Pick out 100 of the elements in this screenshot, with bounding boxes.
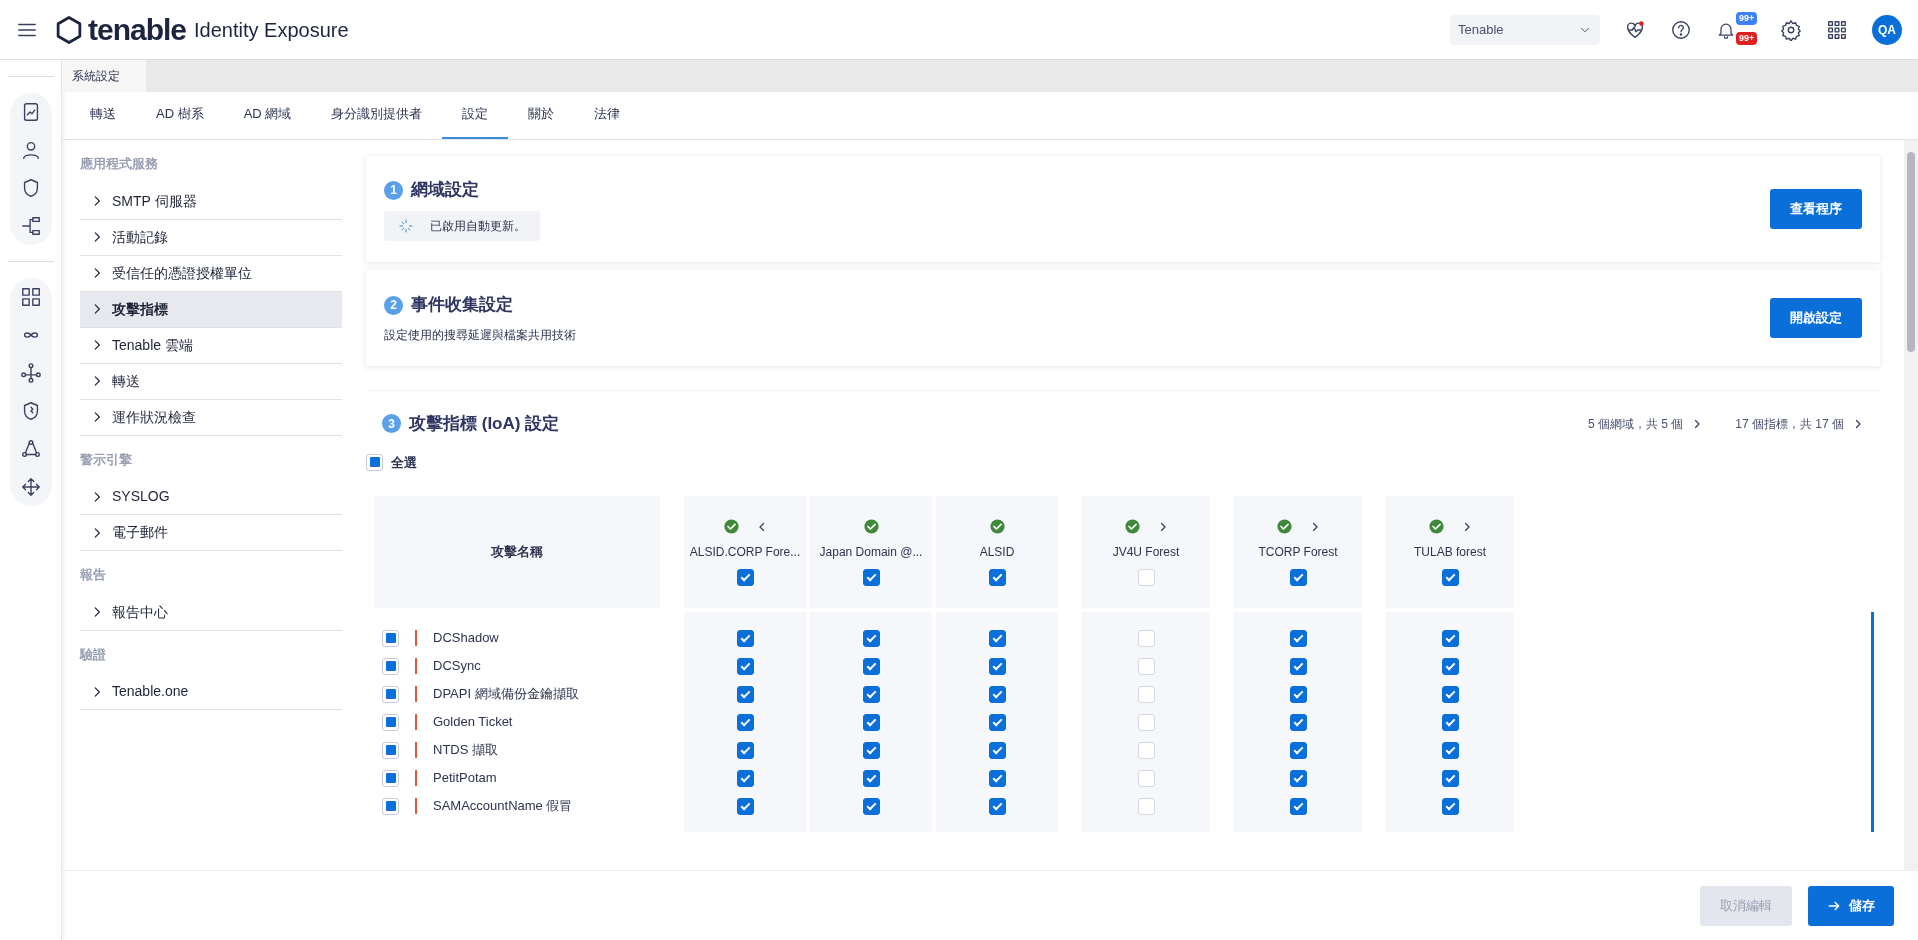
checkbox[interactable] <box>1441 657 1459 675</box>
sidebar-item[interactable]: 運作狀況檢查 <box>80 399 342 436</box>
sidebar-item[interactable]: 報告中心 <box>80 594 342 631</box>
checkbox[interactable] <box>1289 769 1307 787</box>
checkbox[interactable] <box>988 629 1006 647</box>
sidebar-item[interactable]: 受信任的憑證授權單位 <box>80 255 342 292</box>
sidebar-item[interactable]: 電子郵件 <box>80 515 342 551</box>
checkbox[interactable] <box>1289 713 1307 731</box>
checkbox[interactable] <box>862 569 880 586</box>
move-icon[interactable] <box>19 476 42 498</box>
checkbox[interactable] <box>736 769 754 787</box>
notification-badge: 99+ <box>1736 31 1758 45</box>
severity-marker <box>415 742 417 758</box>
sidebar-item[interactable]: Tenable 雲端 <box>80 327 342 364</box>
checkbox[interactable] <box>1441 741 1459 759</box>
attack-name: Golden Ticket <box>433 713 513 732</box>
sidebar-item[interactable]: SYSLOG <box>80 479 342 515</box>
severity-marker <box>415 770 417 786</box>
checkbox[interactable] <box>736 713 754 731</box>
checkbox[interactable] <box>862 629 880 647</box>
logo-text: tenable <box>88 12 187 48</box>
checkbox[interactable] <box>862 741 880 759</box>
checkbox[interactable] <box>1289 797 1307 815</box>
sidebar-item[interactable]: 活動記錄 <box>80 219 342 256</box>
hierarchy-icon[interactable] <box>19 215 42 237</box>
tab[interactable]: AD 網域 <box>223 91 312 139</box>
scrollbar-thumb[interactable] <box>1871 612 1874 832</box>
severity-marker <box>415 714 417 730</box>
checkbox[interactable] <box>988 685 1006 703</box>
checkbox[interactable] <box>736 685 754 703</box>
heart-monitor-icon[interactable] <box>1624 18 1646 41</box>
sidebar-item[interactable]: 攻擊指標 <box>80 291 342 328</box>
attack-name: DPAPI 網域備份金鑰擷取 <box>433 685 579 704</box>
action-button[interactable]: 開啟設定 <box>1770 298 1862 338</box>
checkbox[interactable] <box>1441 797 1459 815</box>
attack-name: DCShadow <box>433 629 499 648</box>
tenant-select[interactable]: Tenable <box>1450 14 1600 45</box>
tab[interactable]: 身分識別提供者 <box>311 91 443 139</box>
column-header: 攻擊名稱 <box>374 496 660 608</box>
action-button[interactable]: 查看程序 <box>1770 189 1862 229</box>
checkbox[interactable] <box>1441 569 1459 586</box>
nodes-icon[interactable] <box>19 438 42 460</box>
help-icon[interactable] <box>1670 18 1692 41</box>
checkbox[interactable] <box>862 657 880 675</box>
checkbox[interactable] <box>988 769 1006 787</box>
product-name: Identity Exposure <box>194 17 349 43</box>
checkbox[interactable] <box>1441 685 1459 703</box>
tab[interactable]: 轉送 <box>70 91 136 139</box>
tab[interactable]: 設定 <box>442 91 509 139</box>
count-link[interactable]: 5 個網域，共 5 個 <box>1587 414 1704 433</box>
settings-icon[interactable] <box>1780 18 1802 41</box>
user-avatar[interactable]: QA <box>1872 14 1902 45</box>
checkbox[interactable] <box>862 797 880 815</box>
checkbox[interactable] <box>736 797 754 815</box>
checkbox[interactable] <box>862 713 880 731</box>
checkbox[interactable] <box>1441 769 1459 787</box>
network-icon[interactable] <box>19 362 42 384</box>
count-link[interactable]: 17 個指標，共 17 個 <box>1735 414 1864 433</box>
step-number: 2 <box>384 295 403 315</box>
apps-grid-icon[interactable] <box>1826 18 1848 41</box>
checkbox[interactable] <box>736 569 754 586</box>
page-tab[interactable]: 系統設定 <box>62 60 146 92</box>
attack-name: NTDS 擷取 <box>433 741 498 760</box>
sidebar-item[interactable]: 轉送 <box>80 363 342 400</box>
dashboard-icon[interactable] <box>19 286 42 308</box>
checkbox[interactable] <box>988 657 1006 675</box>
logo-icon <box>54 14 84 45</box>
status-pill: 已啟用自動更新。 <box>384 210 540 241</box>
checkbox-label: 全選 <box>391 453 417 472</box>
checkbox[interactable] <box>736 657 754 675</box>
scrollbar-thumb[interactable] <box>1907 152 1915 352</box>
notification-badge: 99+ <box>1736 11 1758 25</box>
tab[interactable]: 法律 <box>574 91 641 139</box>
severity-marker <box>415 630 417 646</box>
save-button[interactable]: 儲存 <box>1808 885 1894 926</box>
sidebar-item[interactable]: Tenable.one <box>80 674 342 710</box>
checkbox[interactable] <box>1289 629 1307 647</box>
checkbox[interactable] <box>1289 657 1307 675</box>
check-circle-icon <box>722 518 740 535</box>
domain-name: Japan Domain @... <box>819 544 923 561</box>
checkbox[interactable] <box>1289 741 1307 759</box>
domain-name: ALSID <box>979 544 1015 561</box>
sidebar-item[interactable]: SMTP 伺服器 <box>80 183 342 220</box>
checkbox[interactable] <box>736 629 754 647</box>
checkbox[interactable] <box>862 685 880 703</box>
checkbox[interactable] <box>988 741 1006 759</box>
checkbox[interactable] <box>1441 629 1459 647</box>
checkbox[interactable] <box>988 569 1006 586</box>
tab[interactable]: AD 樹系 <box>136 91 224 139</box>
checkbox[interactable] <box>1441 713 1459 731</box>
domain-name: TCORP Forest <box>1258 544 1338 561</box>
domain-name: ALSID.CORP Fore... <box>689 544 801 561</box>
checkbox[interactable] <box>988 797 1006 815</box>
checkbox[interactable] <box>1289 569 1307 586</box>
tab[interactable]: 關於 <box>508 91 575 139</box>
checkbox[interactable] <box>1289 685 1307 703</box>
checkbox[interactable] <box>988 713 1006 731</box>
checkbox[interactable] <box>736 741 754 759</box>
checkbox[interactable] <box>862 769 880 787</box>
spinner-icon <box>398 217 414 234</box>
